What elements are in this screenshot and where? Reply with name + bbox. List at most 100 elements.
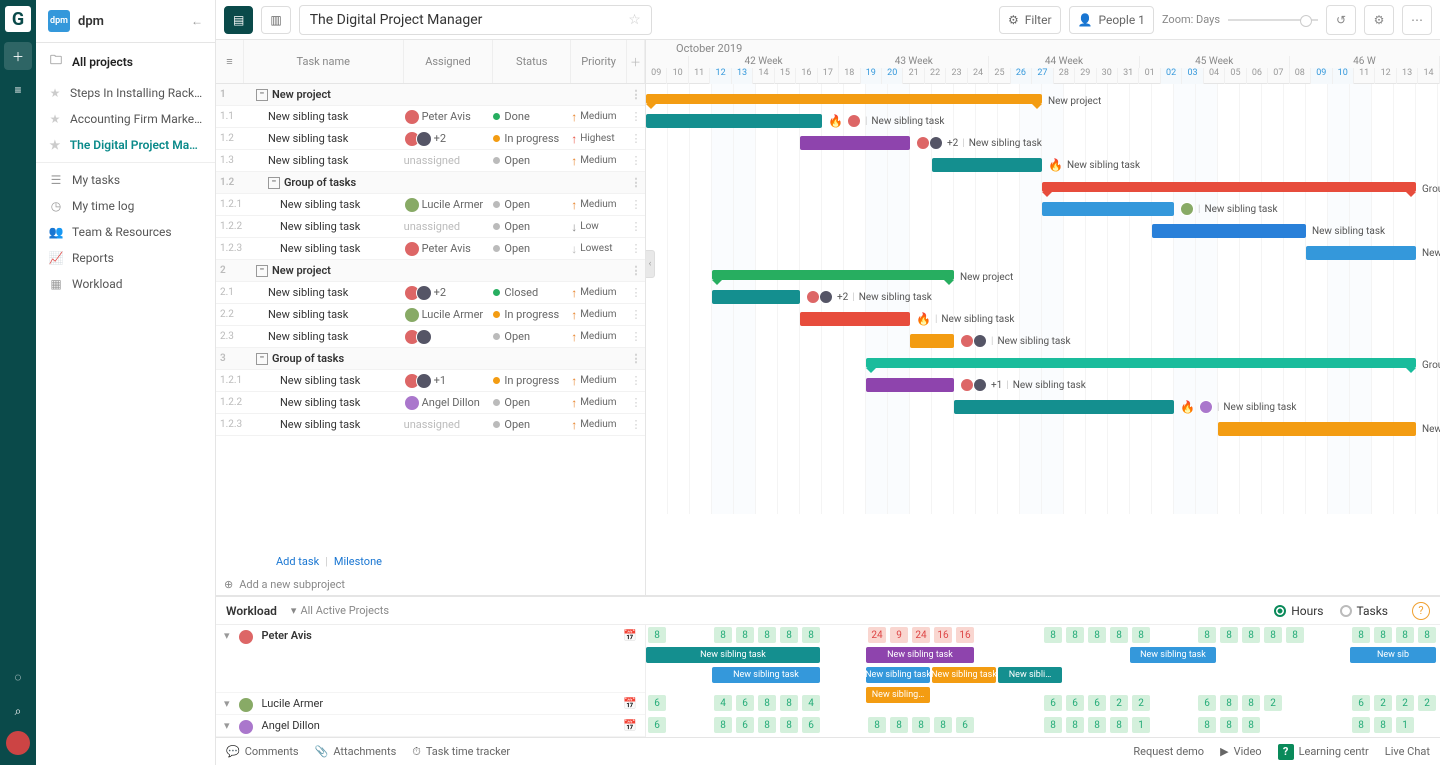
row-menu-icon[interactable]: ⋮: [627, 418, 645, 431]
row-menu-icon[interactable]: ⋮: [627, 352, 645, 365]
gantt-task-bar[interactable]: New sibling: [1218, 422, 1416, 436]
task-group-row[interactable]: 1.2−Group of tasks⋮: [216, 172, 645, 194]
chevron-down-icon[interactable]: ▾: [224, 719, 230, 732]
col-assigned[interactable]: Assigned: [404, 40, 494, 83]
add-button[interactable]: ＋: [4, 42, 32, 70]
collapse-toggle[interactable]: −: [256, 265, 268, 277]
gantt-summary-bar[interactable]: New project: [712, 270, 954, 280]
footer-learning[interactable]: ?Learning centr: [1278, 744, 1369, 760]
gantt-task-bar[interactable]: |New sibling task: [1042, 202, 1174, 216]
task-row[interactable]: 1.2.3New sibling taskunassignedOpen↑Medi…: [216, 414, 645, 436]
row-menu-icon[interactable]: ⋮: [627, 176, 645, 189]
workload-task-bar[interactable]: New sibli…: [998, 667, 1062, 683]
sidebar-project-item[interactable]: ★Accounting Firm Marketing…: [36, 106, 215, 132]
gantt-task-bar[interactable]: +2|New sibling task: [712, 290, 800, 304]
sidebar-reports[interactable]: 📈Reports: [36, 245, 215, 271]
col-status[interactable]: Status: [493, 40, 571, 83]
gantt-task-bar[interactable]: +2|New sibling task: [800, 136, 910, 150]
gantt-summary-bar[interactable]: Group of task: [1042, 182, 1416, 192]
footer-request-demo[interactable]: Request demo: [1133, 745, 1204, 758]
task-row[interactable]: 1.2.1New sibling taskLucile ArmerOpen↑Me…: [216, 194, 645, 216]
view-gantt-button[interactable]: ▤: [224, 6, 253, 34]
footer-video[interactable]: ▶Video: [1220, 745, 1261, 758]
task-row[interactable]: 1.1New sibling taskPeter AvisDone↑Medium…: [216, 106, 645, 128]
zoom-slider[interactable]: [1228, 19, 1318, 21]
footer-comments[interactable]: 💬Comments: [226, 745, 299, 758]
view-board-button[interactable]: ▥: [261, 6, 290, 34]
chevron-down-icon[interactable]: ▾: [224, 697, 230, 710]
sidebar-team-resources[interactable]: 👥Team & Resources: [36, 219, 215, 245]
workload-task-bar[interactable]: New sibling task: [932, 667, 996, 683]
sidebar-my-tasks[interactable]: ☰My tasks: [36, 167, 215, 193]
star-icon[interactable]: ☆: [628, 12, 641, 28]
task-row[interactable]: 1.2New sibling task+2In progress↑Highest…: [216, 128, 645, 150]
chevron-down-icon[interactable]: ▾: [224, 629, 230, 642]
task-group-row[interactable]: 2−New project⋮: [216, 260, 645, 282]
gantt-timeline[interactable]: ‹ October 2019 42 Week43 Week44 Week45 W…: [646, 40, 1440, 595]
help-icon[interactable]: ?: [1412, 602, 1430, 620]
row-menu-icon[interactable]: ⋮: [627, 154, 645, 167]
calendar-icon[interactable]: 📅: [623, 629, 637, 642]
row-menu-icon[interactable]: ⋮: [627, 286, 645, 299]
sidebar-project-item[interactable]: ★Steps In Installing Rack Mo…: [36, 80, 215, 106]
sidebar-project-item[interactable]: ★The Digital Project Manage…: [36, 132, 215, 158]
task-group-row[interactable]: 3−Group of tasks⋮: [216, 348, 645, 370]
sidebar-workload[interactable]: ▦Workload: [36, 271, 215, 297]
row-menu-icon[interactable]: ⋮: [627, 308, 645, 321]
workload-filter-dropdown[interactable]: ▾ All Active Projects: [291, 604, 389, 617]
gantt-task-bar[interactable]: 🔥|New sibling task: [646, 114, 822, 128]
people-button[interactable]: 👤People 1: [1069, 6, 1154, 34]
add-task-link[interactable]: Add task: [276, 555, 319, 568]
filter-button[interactable]: ⚙Filter: [999, 6, 1061, 34]
task-row[interactable]: 1.2.2New sibling taskunassignedOpen↓Low⋮: [216, 216, 645, 238]
task-row[interactable]: 1.2.2New sibling taskAngel DillonOpen↑Me…: [216, 392, 645, 414]
add-milestone-link[interactable]: Milestone: [334, 555, 382, 568]
row-menu-icon[interactable]: ⋮: [627, 264, 645, 277]
workload-person-row[interactable]: ▾Peter Avis📅: [216, 625, 645, 693]
gantt-task-bar[interactable]: |New sibling task: [910, 334, 954, 348]
task-row[interactable]: 2.3New sibling taskOpen↑Medium⋮: [216, 326, 645, 348]
row-menu-icon[interactable]: ⋮: [627, 330, 645, 343]
row-menu-icon[interactable]: ⋮: [627, 198, 645, 211]
row-menu-icon[interactable]: ⋮: [627, 220, 645, 233]
workload-task-bar[interactable]: New sib: [1350, 647, 1436, 663]
calendar-icon[interactable]: 📅: [623, 719, 637, 732]
workload-task-bar[interactable]: New sibling task: [866, 667, 930, 683]
workload-person-row[interactable]: ▾Angel Dillon📅: [216, 715, 645, 737]
workload-task-bar[interactable]: New sibling task: [646, 647, 820, 663]
workload-task-bar[interactable]: New sibling task: [712, 667, 820, 683]
task-row[interactable]: 1.3New sibling taskunassignedOpen↑Medium…: [216, 150, 645, 172]
task-row[interactable]: 1.2.3New sibling taskPeter AvisOpen↓Lowe…: [216, 238, 645, 260]
row-menu-icon[interactable]: ⋮: [627, 88, 645, 101]
gantt-summary-bar[interactable]: New project: [646, 94, 1042, 104]
workload-task-bar[interactable]: New sibling task: [866, 647, 974, 663]
row-menu-icon[interactable]: ⋮: [627, 374, 645, 387]
radio-tasks[interactable]: Tasks: [1340, 604, 1389, 618]
task-row[interactable]: 2.1New sibling task+2Closed↑Medium⋮: [216, 282, 645, 304]
task-group-row[interactable]: 1−New project⋮: [216, 84, 645, 106]
col-priority[interactable]: Priority: [571, 40, 627, 83]
gantt-summary-bar[interactable]: Group of task: [866, 358, 1416, 368]
gantt-task-bar[interactable]: +1|New sibling task: [866, 378, 954, 392]
calendar-icon[interactable]: 📅: [623, 697, 637, 710]
row-menu-icon[interactable]: ⋮: [627, 110, 645, 123]
footer-time-tracker[interactable]: ⏱Task time tracker: [412, 745, 510, 759]
task-row[interactable]: 2.2New sibling taskLucile ArmerIn progre…: [216, 304, 645, 326]
radio-hours[interactable]: Hours: [1274, 604, 1323, 618]
add-subproject[interactable]: ⊕ Add a new subproject: [216, 574, 645, 595]
add-column-icon[interactable]: ＋: [627, 40, 645, 83]
collapse-toggle[interactable]: −: [268, 177, 280, 189]
gantt-task-bar[interactable]: New sibling: [1306, 246, 1416, 260]
row-menu-icon[interactable]: ⋮: [627, 396, 645, 409]
footer-live-chat[interactable]: Live Chat: [1385, 745, 1430, 758]
gantt-task-bar[interactable]: 🔥New sibling task: [932, 158, 1042, 172]
gantt-task-bar[interactable]: New sibling task: [1152, 224, 1306, 238]
collapse-sidebar-icon[interactable]: ←: [191, 14, 203, 28]
project-title-input[interactable]: The Digital Project Manager ☆: [299, 5, 652, 35]
sidebar-all-projects[interactable]: 🗀 All projects: [36, 43, 215, 80]
settings-icon[interactable]: ⚙: [1364, 5, 1394, 35]
workload-person-row[interactable]: ▾Lucile Armer📅: [216, 693, 645, 715]
search-icon[interactable]: ⌕: [4, 697, 32, 725]
col-name[interactable]: Task name: [244, 40, 404, 83]
notifications-icon[interactable]: ◌: [4, 663, 32, 691]
